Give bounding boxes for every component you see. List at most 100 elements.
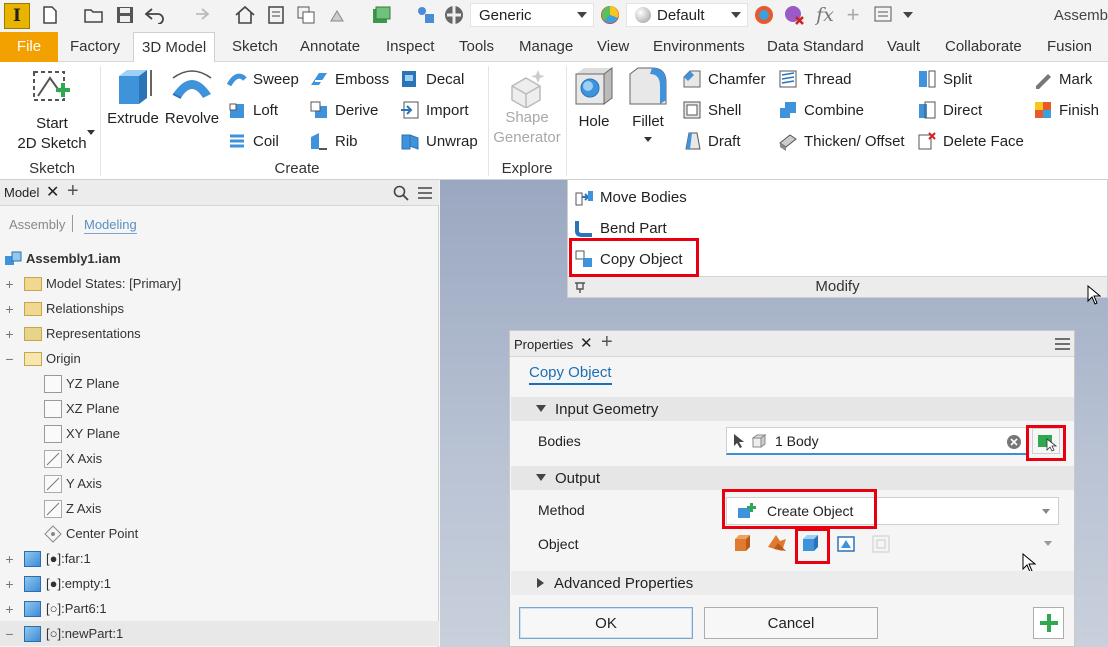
- properties-icon[interactable]: [264, 4, 288, 26]
- tree-item-x-axis[interactable]: X Axis: [0, 446, 439, 471]
- extrude-button[interactable]: Extrude: [106, 66, 160, 127]
- decal-button[interactable]: Decal: [400, 67, 464, 91]
- move-bodies-button[interactable]: Move Bodies: [574, 185, 687, 209]
- save-icon[interactable]: [113, 4, 137, 26]
- start-2d-sketch-button[interactable]: Start 2D Sketch: [10, 66, 94, 154]
- section-input-geometry[interactable]: Input Geometry: [511, 397, 1074, 421]
- apply-plus-button[interactable]: [1033, 607, 1064, 639]
- tab-tools[interactable]: Tools: [451, 32, 502, 62]
- customize-icon[interactable]: [872, 4, 896, 26]
- tree-item-xy-plane[interactable]: XY Plane: [0, 421, 439, 446]
- tab-environments[interactable]: Environments: [645, 32, 753, 62]
- tab-annotate[interactable]: Annotate: [292, 32, 368, 62]
- tree-item-assembly[interactable]: Assembly1.iam: [0, 246, 439, 271]
- pin-icon[interactable]: [573, 280, 587, 294]
- collapse-minus-icon[interactable]: −: [4, 626, 15, 642]
- shell-button[interactable]: Shell: [682, 98, 741, 122]
- expand-plus-icon[interactable]: +: [4, 576, 15, 592]
- tab-data-standard[interactable]: Data Standard: [759, 32, 872, 62]
- hole-button[interactable]: Hole: [571, 66, 617, 130]
- app-logo[interactable]: I: [4, 3, 30, 29]
- chamfer-button[interactable]: Chamfer: [682, 67, 766, 91]
- home-icon[interactable]: [233, 4, 257, 26]
- chevron-down-icon[interactable]: [1044, 541, 1052, 547]
- chevron-down-icon[interactable]: [644, 137, 652, 143]
- menu-icon[interactable]: [418, 186, 432, 200]
- cancel-button[interactable]: Cancel: [704, 607, 878, 639]
- expand-plus-icon[interactable]: +: [4, 301, 15, 317]
- plus-icon[interactable]: +: [67, 180, 79, 203]
- update-icon[interactable]: [324, 4, 354, 26]
- tree-item-origin[interactable]: − Origin: [0, 346, 439, 371]
- browser-tab-model[interactable]: Model: [4, 185, 39, 200]
- derive-button[interactable]: Derive: [309, 98, 378, 122]
- import-button[interactable]: Import: [400, 98, 469, 122]
- tab-file[interactable]: File: [0, 32, 58, 62]
- loft-button[interactable]: Loft: [227, 98, 278, 122]
- coil-button[interactable]: Coil: [227, 129, 279, 153]
- tree-item-z-axis[interactable]: Z Axis: [0, 496, 439, 521]
- tree-item-relationships[interactable]: + Relationships: [0, 296, 439, 321]
- open-folder-icon[interactable]: [82, 4, 106, 26]
- tab-3d-model[interactable]: 3D Model: [133, 32, 216, 63]
- surface-object-icon[interactable]: [766, 533, 788, 553]
- tree-item-representations[interactable]: + Representations: [0, 321, 439, 346]
- fillet-button[interactable]: Fillet: [624, 66, 672, 147]
- finish-button[interactable]: Finish: [1033, 98, 1099, 122]
- expand-plus-icon[interactable]: +: [4, 551, 15, 567]
- tab-sketch[interactable]: Sketch: [224, 32, 286, 62]
- tree-item-empty[interactable]: + [●]:empty:1: [0, 571, 439, 596]
- thicken-offset-button[interactable]: Thicken/ Offset: [778, 129, 905, 153]
- clear-selection-icon[interactable]: [1006, 434, 1022, 450]
- unwrap-button[interactable]: Unwrap: [400, 129, 478, 153]
- tree-item-xz-plane[interactable]: XZ Plane: [0, 396, 439, 421]
- mode-modeling[interactable]: Modeling: [84, 217, 137, 234]
- combine-button[interactable]: Combine: [778, 98, 864, 122]
- new-file-icon[interactable]: [38, 4, 62, 26]
- solid-body-object-icon[interactable]: [732, 533, 752, 553]
- method-dropdown[interactable]: Create Object: [726, 497, 1059, 525]
- tree-item-center-point[interactable]: Center Point: [0, 521, 439, 546]
- close-icon[interactable]: ✕: [46, 182, 59, 202]
- parameters-fx-icon[interactable]: fx: [812, 4, 838, 26]
- tab-manage[interactable]: Manage: [511, 32, 581, 62]
- copy-object-button[interactable]: Copy Object: [574, 247, 683, 271]
- rib-button[interactable]: Rib: [309, 129, 358, 153]
- search-icon[interactable]: [393, 185, 409, 201]
- plus-icon[interactable]: +: [843, 2, 863, 27]
- draft-button[interactable]: Draft: [682, 129, 741, 153]
- tree-item-newpart[interactable]: − [○]:newPart:1: [0, 621, 439, 646]
- section-advanced-properties[interactable]: Advanced Properties: [511, 571, 1074, 595]
- emboss-button[interactable]: Emboss: [309, 67, 389, 91]
- tree-item-yz-plane[interactable]: YZ Plane: [0, 371, 439, 396]
- sweep-button[interactable]: Sweep: [227, 67, 299, 91]
- tree-item-far[interactable]: + [●]:far:1: [0, 546, 439, 571]
- bend-part-button[interactable]: Bend Part: [574, 216, 667, 240]
- redo-icon[interactable]: [187, 4, 211, 26]
- color-wheel-icon[interactable]: [598, 4, 622, 26]
- material-dropdown[interactable]: Generic: [470, 3, 594, 27]
- appearance-dropdown[interactable]: Default: [626, 3, 748, 27]
- tab-fusion[interactable]: Fusion: [1039, 32, 1100, 62]
- ok-button[interactable]: OK: [519, 607, 693, 639]
- tab-collaborate[interactable]: Collaborate: [937, 32, 1030, 62]
- collapse-minus-icon[interactable]: −: [4, 351, 15, 367]
- mark-button[interactable]: Mark: [1033, 67, 1092, 91]
- adjust-appearance-icon[interactable]: [752, 4, 776, 26]
- thread-button[interactable]: Thread: [778, 67, 852, 91]
- tab-inspect[interactable]: Inspect: [378, 32, 442, 62]
- expand-plus-icon[interactable]: +: [4, 326, 15, 342]
- tab-view[interactable]: View: [589, 32, 637, 62]
- section-output[interactable]: Output: [511, 466, 1074, 490]
- expand-plus-icon[interactable]: +: [4, 276, 15, 292]
- revolve-button[interactable]: Revolve: [163, 66, 221, 127]
- appearance-ball-icon[interactable]: [442, 4, 466, 26]
- properties-tab[interactable]: Properties: [514, 337, 573, 352]
- chevron-down-icon[interactable]: [87, 130, 95, 136]
- delete-face-button[interactable]: Delete Face: [917, 129, 1024, 153]
- measure-icon[interactable]: [414, 4, 438, 26]
- part-object-icon[interactable]: [800, 533, 820, 553]
- tab-vault[interactable]: Vault: [879, 32, 928, 62]
- copy-icon[interactable]: [294, 4, 318, 26]
- selection-filter-button[interactable]: [1032, 428, 1060, 454]
